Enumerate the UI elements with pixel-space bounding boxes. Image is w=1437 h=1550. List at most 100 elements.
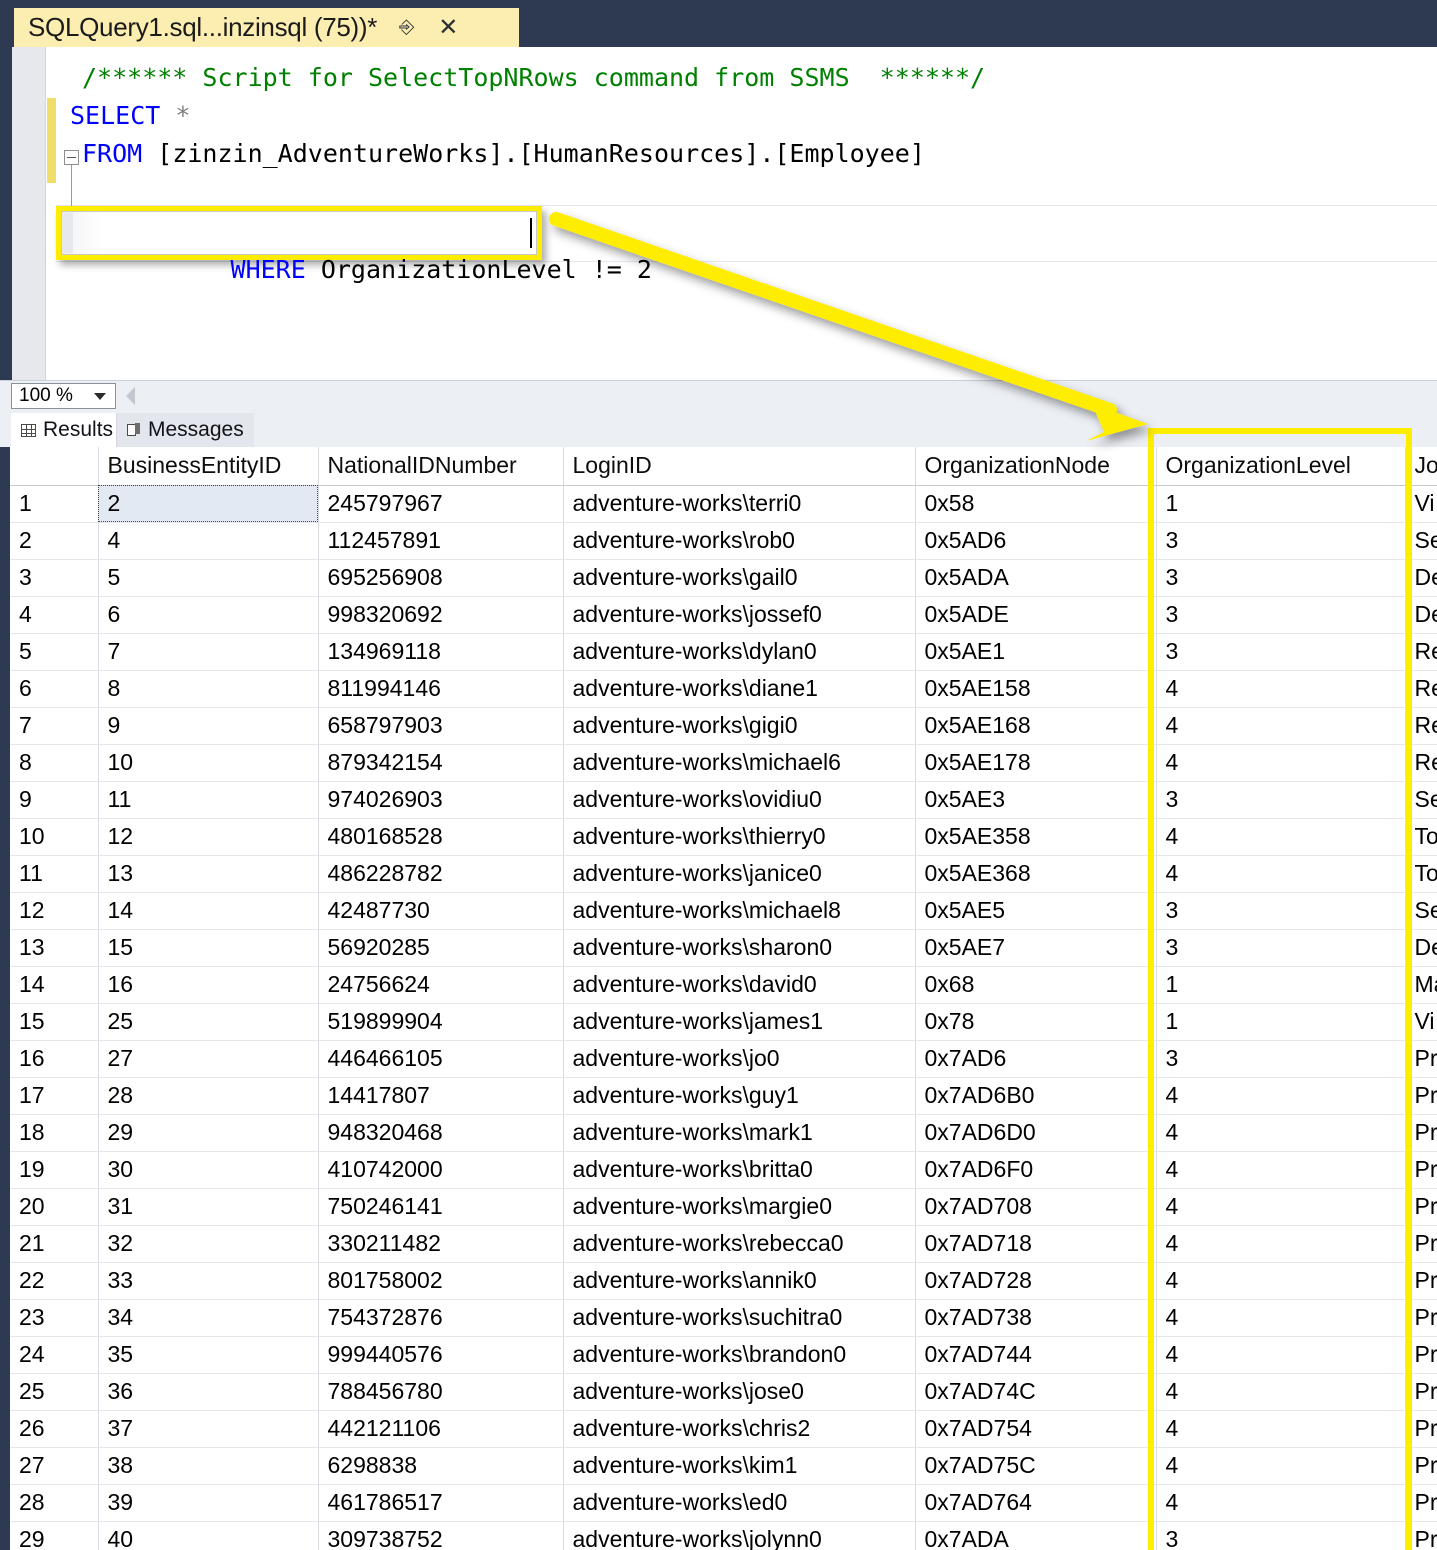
cell-organizationlevel[interactable]: 3 (1156, 929, 1406, 967)
where-clause-inner[interactable]: WHERE OrganizationLevel != 2 (61, 211, 652, 284)
cell-organizationlevel[interactable]: 4 (1156, 1299, 1406, 1337)
document-tab-sqlquery1[interactable]: SQLQuery1.sql...inzinsql (75))* ⎆ ✕ (14, 8, 519, 47)
cell-nationalidnumber[interactable]: 461786517 (318, 1484, 564, 1522)
cell-organizationnode[interactable]: 0x5AE5 (915, 892, 1157, 930)
cell-organizationlevel[interactable]: 4 (1156, 855, 1406, 893)
cell-loginid[interactable]: adventure-works\brandon0 (563, 1336, 916, 1374)
cell-organizationlevel[interactable]: 3 (1156, 1040, 1406, 1078)
cell-businessentityid[interactable]: 8 (98, 670, 319, 708)
table-row[interactable]: 8 10 879342154 adventure-works\michael6 0x5A… (10, 744, 1437, 782)
row-number-cell[interactable]: 17 (10, 1077, 99, 1115)
cell-jobtitle[interactable]: Pr (1405, 1188, 1437, 1226)
cell-loginid[interactable]: adventure-works\terri0 (563, 485, 916, 523)
cell-loginid[interactable]: adventure-works\diane1 (563, 670, 916, 708)
cell-loginid[interactable]: adventure-works\thierry0 (563, 818, 916, 856)
cell-organizationlevel[interactable]: 1 (1156, 1003, 1406, 1041)
cell-loginid[interactable]: adventure-works\michael6 (563, 744, 916, 782)
cell-loginid[interactable]: adventure-works\gail0 (563, 559, 916, 597)
cell-organizationnode[interactable]: 0x7AD738 (915, 1299, 1157, 1337)
sql-editor-pane[interactable]: /****** Script for SelectTopNRows comman… (0, 47, 1437, 380)
cell-organizationnode[interactable]: 0x7AD708 (915, 1188, 1157, 1226)
cell-nationalidnumber[interactable]: 948320468 (318, 1114, 564, 1152)
cell-organizationnode[interactable]: 0x5AE168 (915, 707, 1157, 745)
cell-loginid[interactable]: adventure-works\suchitra0 (563, 1299, 916, 1337)
row-number-cell[interactable]: 4 (10, 596, 99, 634)
row-number-cell[interactable]: 7 (10, 707, 99, 745)
cell-jobtitle[interactable]: Se (1405, 522, 1437, 560)
table-row[interactable]: 16 27 446466105 adventure-works\jo0 0x7AD6 3 P… (10, 1040, 1437, 1078)
cell-nationalidnumber[interactable]: 486228782 (318, 855, 564, 893)
cell-organizationnode[interactable]: 0x7AD764 (915, 1484, 1157, 1522)
cell-jobtitle[interactable]: Se (1405, 892, 1437, 930)
cell-jobtitle[interactable]: Pr (1405, 1077, 1437, 1115)
cell-organizationnode[interactable]: 0x5AE158 (915, 670, 1157, 708)
pin-icon[interactable]: ⎆ (399, 18, 414, 37)
cell-loginid[interactable]: adventure-works\ed0 (563, 1484, 916, 1522)
cell-nationalidnumber[interactable]: 998320692 (318, 596, 564, 634)
table-row[interactable]: 27 38 6298838 adventure-works\kim1 0x7AD75C 4… (10, 1447, 1437, 1485)
cell-jobtitle[interactable]: Pr (1405, 1336, 1437, 1374)
cell-businessentityid[interactable]: 29 (98, 1114, 319, 1152)
cell-businessentityid[interactable]: 7 (98, 633, 319, 671)
cell-businessentityid[interactable]: 34 (98, 1299, 319, 1337)
cell-organizationlevel[interactable]: 1 (1156, 485, 1406, 523)
cell-organizationlevel[interactable]: 4 (1156, 744, 1406, 782)
cell-nationalidnumber[interactable]: 56920285 (318, 929, 564, 967)
row-number-cell[interactable]: 11 (10, 855, 99, 893)
cell-businessentityid[interactable]: 36 (98, 1373, 319, 1411)
cell-organizationlevel[interactable]: 4 (1156, 670, 1406, 708)
row-number-cell[interactable]: 22 (10, 1262, 99, 1300)
cell-businessentityid[interactable]: 37 (98, 1410, 319, 1448)
cell-organizationnode[interactable]: 0x78 (915, 1003, 1157, 1041)
cell-organizationnode[interactable]: 0x5AE178 (915, 744, 1157, 782)
cell-organizationnode[interactable]: 0x5ADA (915, 559, 1157, 597)
results-grid[interactable]: BusinessEntityID NationalIDNumber LoginI… (10, 447, 1437, 1550)
table-row[interactable]: 28 39 461786517 adventure-works\ed0 0x7AD764… (10, 1484, 1437, 1522)
table-row[interactable]: 15 25 519899904 adventure-works\james1 0x78 1… (10, 1003, 1437, 1041)
cell-organizationlevel[interactable]: 3 (1156, 892, 1406, 930)
cell-nationalidnumber[interactable]: 330211482 (318, 1225, 564, 1263)
cell-nationalidnumber[interactable]: 879342154 (318, 744, 564, 782)
cell-loginid[interactable]: adventure-works\dylan0 (563, 633, 916, 671)
table-row[interactable]: 6 8 811994146 adventure-works\diane1 0x5AE15… (10, 670, 1437, 708)
cell-businessentityid[interactable]: 15 (98, 929, 319, 967)
cell-loginid[interactable]: adventure-works\sharon0 (563, 929, 916, 967)
cell-nationalidnumber[interactable]: 788456780 (318, 1373, 564, 1411)
cell-businessentityid[interactable]: 10 (98, 744, 319, 782)
cell-organizationnode[interactable]: 0x7AD6F0 (915, 1151, 1157, 1189)
table-row[interactable]: 22 33 801758002 adventure-works\annik0 0x7AD… (10, 1262, 1437, 1300)
cell-jobtitle[interactable]: Pr (1405, 1484, 1437, 1522)
row-number-cell[interactable]: 28 (10, 1484, 99, 1522)
cell-organizationlevel[interactable]: 1 (1156, 966, 1406, 1004)
cell-businessentityid[interactable]: 16 (98, 966, 319, 1004)
cell-nationalidnumber[interactable]: 42487730 (318, 892, 564, 930)
row-number-cell[interactable]: 15 (10, 1003, 99, 1041)
cell-loginid[interactable]: adventure-works\jossef0 (563, 596, 916, 634)
cell-loginid[interactable]: adventure-works\annik0 (563, 1262, 916, 1300)
cell-jobtitle[interactable]: Vi (1405, 485, 1437, 523)
row-number-cell[interactable]: 18 (10, 1114, 99, 1152)
table-row[interactable]: 9 11 974026903 adventure-works\ovidiu0 0x5AE… (10, 781, 1437, 819)
grid-header-organizationlevel[interactable]: OrganizationLevel (1156, 447, 1406, 486)
cell-nationalidnumber[interactable]: 811994146 (318, 670, 564, 708)
cell-nationalidnumber[interactable]: 519899904 (318, 1003, 564, 1041)
cell-loginid[interactable]: adventure-works\kim1 (563, 1447, 916, 1485)
table-row[interactable]: 19 30 410742000 adventure-works\britta0 0x7A… (10, 1151, 1437, 1189)
row-number-cell[interactable]: 25 (10, 1373, 99, 1411)
cell-nationalidnumber[interactable]: 695256908 (318, 559, 564, 597)
cell-businessentityid[interactable]: 30 (98, 1151, 319, 1189)
table-row[interactable]: 12 14 42487730 adventure-works\michael8 0x5A… (10, 892, 1437, 930)
cell-loginid[interactable]: adventure-works\michael8 (563, 892, 916, 930)
cell-organizationnode[interactable]: 0x7AD6D0 (915, 1114, 1157, 1152)
cell-businessentityid[interactable]: 12 (98, 818, 319, 856)
cell-organizationlevel[interactable]: 4 (1156, 1262, 1406, 1300)
table-row[interactable]: 20 31 750246141 adventure-works\margie0 0x7A… (10, 1188, 1437, 1226)
grid-header-businessentityid[interactable]: BusinessEntityID (98, 447, 319, 486)
cell-loginid[interactable]: adventure-works\jose0 (563, 1373, 916, 1411)
cell-organizationlevel[interactable]: 3 (1156, 633, 1406, 671)
table-row[interactable]: 17 28 14417807 adventure-works\guy1 0x7AD6B0… (10, 1077, 1437, 1115)
cell-nationalidnumber[interactable]: 801758002 (318, 1262, 564, 1300)
cell-organizationlevel[interactable]: 4 (1156, 1447, 1406, 1485)
row-number-cell[interactable]: 29 (10, 1521, 99, 1550)
cell-jobtitle[interactable]: Re (1405, 633, 1437, 671)
